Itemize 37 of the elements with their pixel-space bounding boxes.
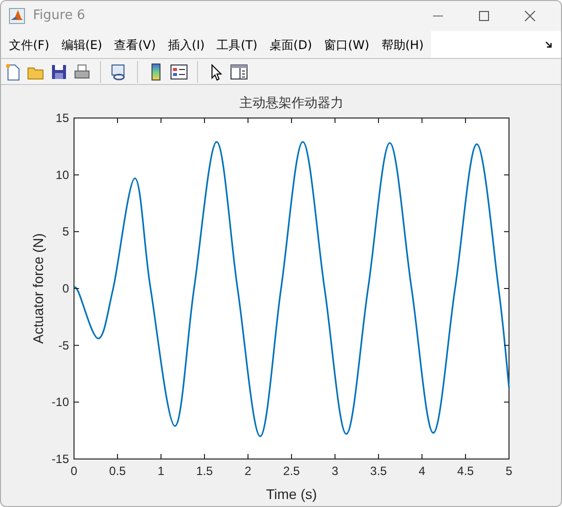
x-tick-label: 4.5: [457, 464, 474, 478]
x-tick-label: 3.5: [370, 464, 387, 478]
print-icon[interactable]: [73, 62, 91, 80]
x-tick-label: 4: [418, 464, 426, 478]
menu-item[interactable]: 桌面(D): [264, 36, 318, 54]
x-tick-label: 1: [158, 464, 164, 478]
menu-item[interactable]: 帮助(H): [376, 36, 429, 54]
x-tick-label: 5: [506, 464, 512, 478]
property-panel-icon[interactable]: [230, 62, 248, 80]
y-tick-label: -15: [52, 452, 69, 466]
x-tick-label: 0.5: [109, 464, 126, 478]
menu-item[interactable]: 工具(T): [212, 36, 262, 54]
x-tick-label: 1.5: [196, 464, 213, 478]
legend-icon[interactable]: [170, 62, 188, 80]
y-tick-label: 5: [62, 224, 69, 239]
x-axis-label: Time (s): [266, 486, 317, 502]
y-axis-label: Actuator force (N): [30, 233, 46, 344]
x-tick-label: 2.5: [283, 464, 300, 478]
chart-title: 主动悬架作动器力: [240, 96, 344, 111]
y-tick-label: -10: [52, 395, 69, 410]
menu-item[interactable]: 编辑(E): [56, 36, 108, 54]
y-tick-label: -5: [58, 338, 69, 352]
x-tick-label: 2: [244, 464, 252, 478]
save-icon[interactable]: [50, 62, 68, 80]
y-tick-label: 0: [62, 282, 69, 296]
new-file-icon[interactable]: [4, 62, 22, 80]
x-tick-label: 0: [70, 464, 78, 478]
menu-item[interactable]: 文件(F): [4, 36, 54, 54]
menu-item[interactable]: 查看(V): [109, 36, 161, 54]
menu-item[interactable]: 插入(I): [162, 36, 210, 54]
x-tick-label: 3: [332, 464, 338, 478]
menu-item[interactable]: 窗口(W): [319, 36, 374, 54]
y-tick-label: 15: [56, 111, 69, 125]
app-logo-icon: [9, 8, 25, 24]
y-tick-label: 10: [56, 168, 69, 182]
window-title: Figure 6: [33, 7, 86, 26]
overflow-arrow-icon[interactable]: [545, 40, 553, 48]
